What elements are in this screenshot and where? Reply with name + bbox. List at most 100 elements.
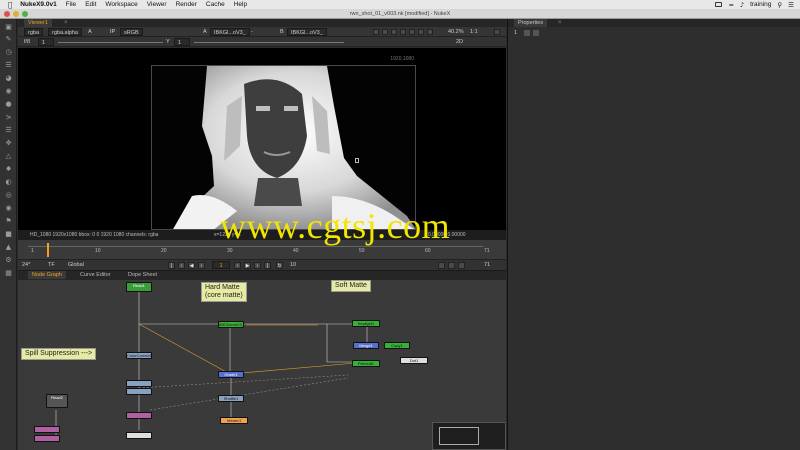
node-purple-left-1[interactable] bbox=[34, 426, 60, 433]
ibk-gizmo-node[interactable]: IBKGizmoV3_1 bbox=[218, 321, 246, 328]
flipbook-button[interactable] bbox=[438, 262, 445, 269]
sticky-soft-matte[interactable]: Soft Matte bbox=[331, 280, 371, 292]
clip-warning-button[interactable] bbox=[382, 29, 388, 35]
clear-properties-icon[interactable] bbox=[533, 30, 539, 36]
ratio-dropdown[interactable]: 1:1 bbox=[470, 28, 478, 36]
channel-a-dropdown[interactable]: A bbox=[88, 28, 92, 36]
roi-button[interactable] bbox=[373, 29, 379, 35]
close-tab-icon[interactable]: × bbox=[558, 19, 562, 27]
read-node-thumbnail[interactable]: Read1 bbox=[126, 282, 152, 292]
deep-icon[interactable]: ◐ bbox=[3, 178, 14, 187]
gain-slider[interactable] bbox=[58, 42, 163, 43]
menu-help[interactable]: Help bbox=[234, 1, 247, 8]
tf-dropdown[interactable]: TF bbox=[48, 261, 55, 269]
prev-keyframe-button[interactable]: ‹ bbox=[178, 262, 185, 269]
app-menu[interactable]: NukeX9.0v1 bbox=[20, 1, 57, 8]
layers-icon[interactable]: ☰ bbox=[3, 126, 14, 135]
next-keyframe-button[interactable]: › bbox=[254, 262, 261, 269]
node-white[interactable] bbox=[126, 432, 152, 439]
viewer-node[interactable]: Viewer1 bbox=[220, 417, 248, 424]
colorspace-dropdown[interactable]: sRGB bbox=[120, 28, 143, 36]
checker-button[interactable] bbox=[391, 29, 397, 35]
menu-workspace[interactable]: Workspace bbox=[105, 1, 137, 8]
merge-node[interactable]: Merge1 bbox=[353, 342, 379, 349]
keylight-node[interactable]: Keylight1 bbox=[352, 320, 380, 327]
draw-icon[interactable]: ✎ bbox=[3, 35, 14, 44]
colorcorrect-node[interactable]: ColorCorrect1 bbox=[126, 352, 152, 359]
gain-field[interactable]: 1 bbox=[38, 38, 54, 46]
input-a-dropdown[interactable]: IBKGl...oV3_ bbox=[210, 28, 250, 36]
channel-icon[interactable]: ☰ bbox=[3, 61, 14, 70]
views-icon[interactable]: ◎ bbox=[3, 191, 14, 200]
status-icon[interactable] bbox=[715, 2, 723, 7]
metadata-icon[interactable]: ◉ bbox=[3, 204, 14, 213]
3d-icon[interactable]: △ bbox=[3, 152, 14, 161]
pause-button[interactable] bbox=[409, 29, 415, 35]
menu-viewer[interactable]: Viewer bbox=[147, 1, 167, 8]
color-icon[interactable]: ◕ bbox=[3, 74, 14, 83]
step-forward-button[interactable]: › bbox=[234, 262, 241, 269]
dot-node[interactable]: Dot1 bbox=[400, 357, 428, 364]
play-backward-button[interactable]: ◀ bbox=[188, 262, 195, 269]
loop-button[interactable]: ↻ bbox=[276, 262, 283, 269]
shuffle-node[interactable]: Shuffle1 bbox=[218, 395, 244, 402]
current-frame-field[interactable]: 1 bbox=[212, 261, 230, 269]
sticky-spill-suppression[interactable]: Spill Suppression ---> bbox=[21, 348, 97, 360]
menu-file[interactable]: File bbox=[66, 1, 76, 8]
zoom-window-button[interactable] bbox=[22, 11, 28, 17]
particles-icon[interactable]: ✸ bbox=[3, 165, 14, 174]
wifi-icon[interactable]: ≈ bbox=[728, 1, 733, 9]
tab-properties[interactable]: Properties bbox=[514, 19, 548, 27]
keyer-icon[interactable]: ● bbox=[3, 100, 14, 109]
transform-icon[interactable]: ✥ bbox=[3, 139, 14, 148]
overlay-button[interactable] bbox=[400, 29, 406, 35]
gamma-slider[interactable] bbox=[194, 42, 344, 43]
gear-icon[interactable]: ⚙ bbox=[3, 256, 14, 265]
fps-dropdown[interactable]: 24* bbox=[22, 261, 30, 269]
tab-viewer1[interactable]: Viewer1 bbox=[24, 19, 52, 27]
step-size-field[interactable]: 10 bbox=[290, 261, 296, 269]
node-graph-minimap[interactable] bbox=[432, 422, 506, 450]
cache-button[interactable] bbox=[448, 262, 455, 269]
toolsets-icon[interactable]: ⚑ bbox=[3, 217, 14, 226]
node-purple-left-2[interactable] bbox=[34, 435, 60, 442]
grade-node[interactable]: Grade1 bbox=[218, 371, 244, 378]
pin-icon[interactable] bbox=[524, 30, 530, 36]
render-button[interactable] bbox=[458, 262, 465, 269]
node-grey-2[interactable] bbox=[126, 388, 152, 395]
minimize-window-button[interactable] bbox=[13, 11, 19, 17]
other-icon[interactable]: ■ bbox=[3, 230, 14, 239]
tab-dope-sheet[interactable]: Dope Sheet bbox=[124, 271, 161, 279]
menu-cache[interactable]: Cache bbox=[206, 1, 225, 8]
refresh-button[interactable] bbox=[418, 29, 424, 35]
lock-button[interactable] bbox=[427, 29, 433, 35]
search-icon[interactable]: ⚲ bbox=[777, 1, 782, 9]
read-node-left[interactable]: Read2 bbox=[46, 394, 68, 408]
zoom-dropdown[interactable]: 40.2% bbox=[448, 28, 464, 36]
volume-icon[interactable]: ♪ bbox=[740, 1, 744, 9]
image-icon[interactable]: ▣ bbox=[3, 23, 14, 32]
merge-icon[interactable]: ⋟ bbox=[3, 113, 14, 122]
channels-dropdown[interactable]: rgba bbox=[24, 28, 44, 36]
sticky-hard-matte[interactable]: Hard Matte (core matte) bbox=[201, 282, 247, 302]
user-name[interactable]: training bbox=[750, 1, 771, 8]
end-frame-field[interactable]: 71 bbox=[484, 261, 490, 269]
premult-node[interactable]: Premult1 bbox=[352, 360, 380, 367]
last-frame-button[interactable]: | bbox=[264, 262, 271, 269]
first-frame-button[interactable]: | bbox=[168, 262, 175, 269]
scope-dropdown[interactable]: Global bbox=[68, 261, 84, 269]
view-mode-dropdown[interactable]: 2D bbox=[456, 38, 463, 46]
ip-toggle[interactable]: IP bbox=[110, 28, 115, 36]
frame-control[interactable]: f/8 bbox=[24, 38, 30, 46]
max-panels-field[interactable]: 1 bbox=[514, 30, 517, 36]
apple-icon[interactable]:  bbox=[8, 1, 12, 9]
close-window-button[interactable] bbox=[4, 11, 10, 17]
compare-mode-dropdown[interactable]: - bbox=[251, 28, 253, 36]
minimap-viewport[interactable] bbox=[439, 427, 479, 445]
tab-node-graph[interactable]: Node Graph bbox=[28, 271, 66, 279]
filter-icon[interactable]: ◉ bbox=[3, 87, 14, 96]
step-back-button[interactable]: ‹ bbox=[198, 262, 205, 269]
close-tab-icon[interactable]: × bbox=[64, 19, 68, 27]
menu-list-icon[interactable]: ☰ bbox=[788, 1, 794, 9]
alpha-channel-dropdown[interactable]: rgba.alpha bbox=[48, 28, 82, 36]
